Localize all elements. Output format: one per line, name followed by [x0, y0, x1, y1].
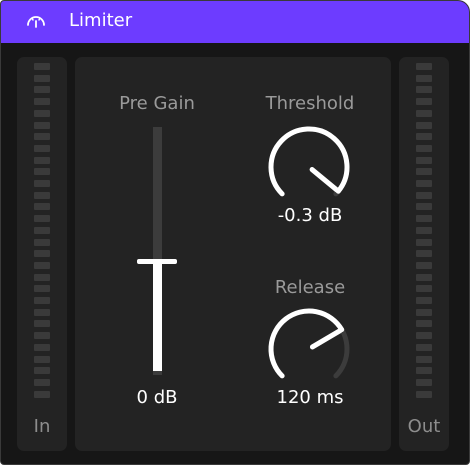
- meter-segment: [416, 226, 432, 234]
- meter-segment: [34, 226, 50, 234]
- meter-segment: [34, 168, 50, 176]
- pre-gain-label: Pre Gain: [119, 93, 195, 114]
- limiter-window: Limiter In Pre Gain 0 dB Threshold -0.3 …: [0, 0, 470, 465]
- input-meter-panel: In: [17, 57, 67, 451]
- meter-segment: [416, 144, 432, 152]
- meter-segment: [34, 63, 50, 70]
- meter-segment: [416, 168, 432, 176]
- threshold-knob[interactable]: [267, 125, 351, 209]
- meter-segment: [34, 390, 50, 398]
- meter-segment: [34, 156, 50, 164]
- meter-segment: [34, 378, 50, 386]
- meter-segment: [34, 308, 50, 316]
- meter-segment: [416, 156, 432, 164]
- meter-segment: [416, 378, 432, 386]
- output-meter-panel: Out: [399, 57, 449, 451]
- release-value: 120 ms: [276, 387, 344, 408]
- threshold-knob-arc: [268, 126, 350, 197]
- meter-segment: [34, 297, 50, 304]
- meter-segment: [34, 250, 50, 258]
- release-knob-pointer: [309, 328, 343, 350]
- meter-segment: [416, 308, 432, 316]
- threshold-label: Threshold: [265, 93, 355, 114]
- release-knob-arc: [268, 308, 345, 379]
- meter-segment: [416, 238, 432, 246]
- meter-segment: [34, 285, 50, 293]
- meter-segment: [416, 355, 432, 363]
- threshold-value: -0.3 dB: [277, 205, 343, 226]
- release-knob[interactable]: [267, 307, 351, 391]
- threshold-knob-pointer: [309, 167, 340, 193]
- meter-segment: [34, 203, 50, 211]
- meter-segment: [34, 320, 50, 328]
- pre-gain-value: 0 dB: [136, 387, 178, 408]
- meter-segment: [416, 285, 432, 293]
- meter-segment: [34, 332, 50, 340]
- meter-segment: [34, 367, 50, 375]
- meter-segment: [34, 86, 50, 94]
- output-level-meter: [416, 63, 432, 403]
- meter-segment: [416, 98, 432, 106]
- meter-segment: [416, 86, 432, 94]
- meter-segment: [416, 109, 432, 117]
- meter-segment: [34, 144, 50, 152]
- meter-segment: [416, 121, 432, 129]
- input-meter-label: In: [33, 416, 51, 437]
- meter-segment: [34, 133, 50, 141]
- meter-segment: [416, 191, 432, 199]
- output-meter-label: Out: [407, 416, 441, 437]
- meter-segment: [416, 332, 432, 340]
- meter-segment: [416, 367, 432, 375]
- meter-segment: [34, 261, 50, 269]
- pre-gain-fader-fill: [153, 262, 162, 371]
- meter-segment: [416, 180, 432, 187]
- meter-segment: [416, 250, 432, 258]
- meter-segment: [416, 273, 432, 281]
- meter-segment: [34, 238, 50, 246]
- window-title: Limiter: [69, 10, 133, 31]
- meter-segment: [34, 121, 50, 129]
- controls-panel: Pre Gain 0 dB Threshold -0.3 dB Release …: [75, 57, 391, 451]
- pre-gain-fader-handle[interactable]: [137, 258, 177, 264]
- meter-segment: [34, 343, 50, 351]
- meter-segment: [34, 109, 50, 117]
- meter-segment: [34, 98, 50, 106]
- meter-segment: [34, 180, 50, 187]
- meter-segment: [416, 343, 432, 351]
- meter-segment: [34, 355, 50, 363]
- meter-segment: [34, 273, 50, 281]
- meter-segment: [34, 74, 50, 82]
- release-label: Release: [274, 277, 346, 298]
- meter-segment: [34, 215, 50, 223]
- meter-segment: [416, 74, 432, 82]
- meter-segment: [416, 63, 432, 70]
- meter-segment: [416, 215, 432, 223]
- limiter-device-icon: [27, 16, 45, 28]
- meter-segment: [34, 191, 50, 199]
- titlebar[interactable]: Limiter: [1, 1, 469, 43]
- meter-segment: [416, 320, 432, 328]
- meter-segment: [416, 261, 432, 269]
- meter-segment: [416, 133, 432, 141]
- meter-segment: [416, 297, 432, 304]
- meter-segment: [416, 390, 432, 398]
- meter-segment: [416, 203, 432, 211]
- input-level-meter: [34, 63, 50, 403]
